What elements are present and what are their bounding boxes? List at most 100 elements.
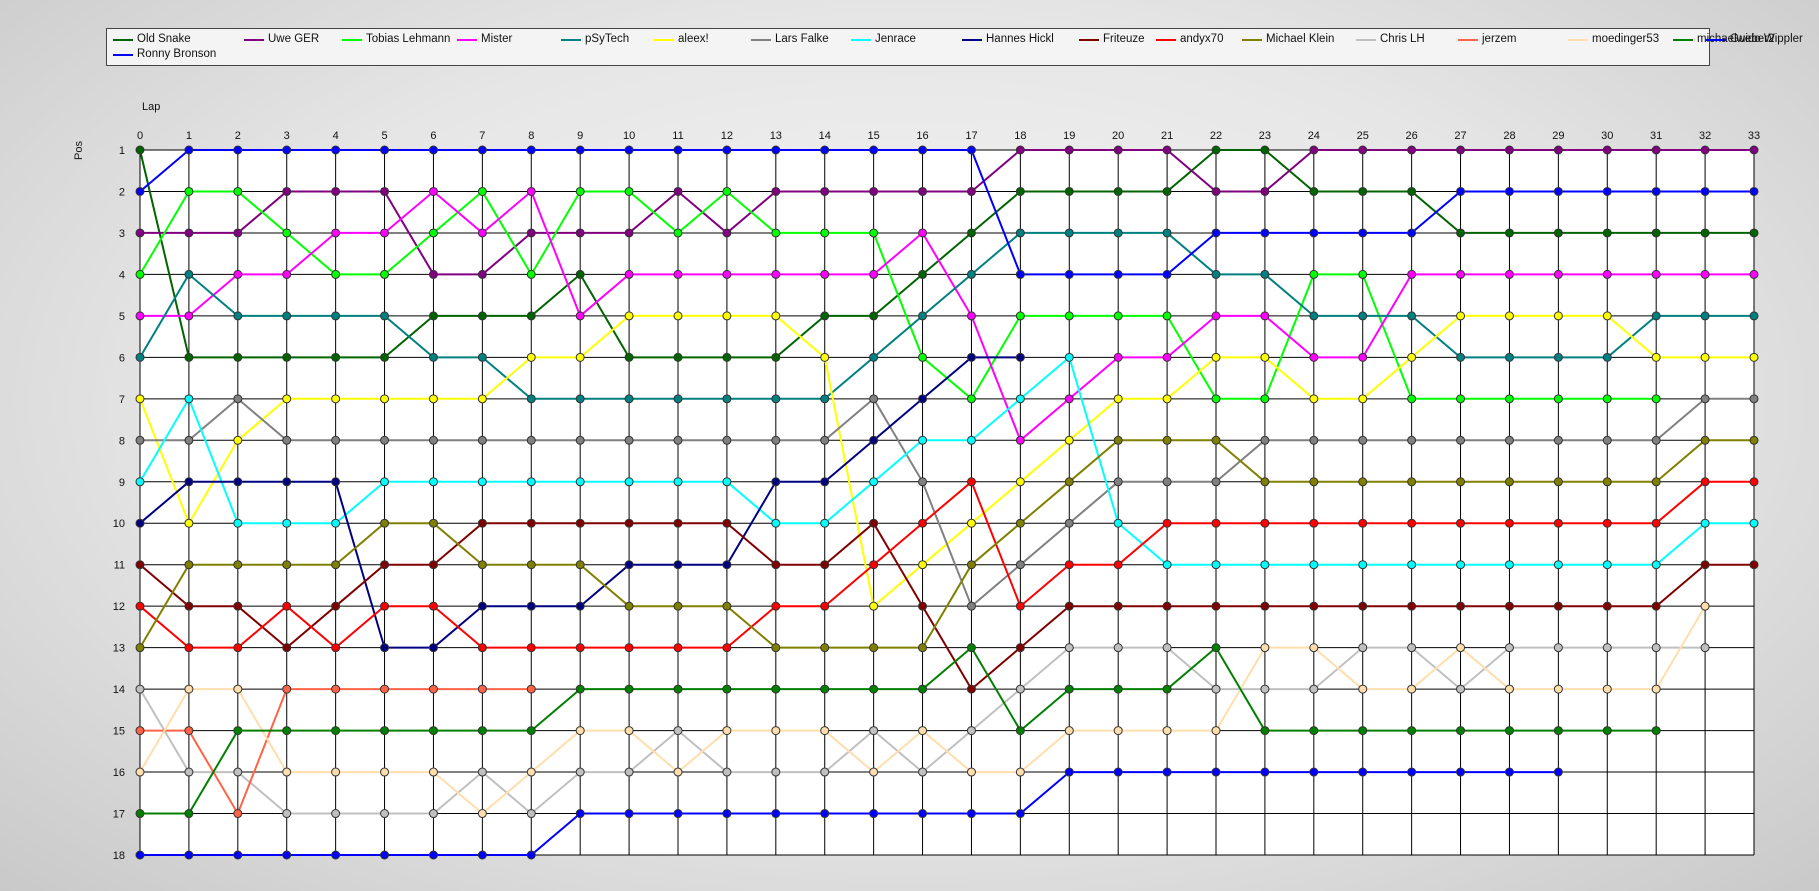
data-point <box>428 311 438 321</box>
data-point <box>331 186 341 196</box>
data-point <box>918 311 928 321</box>
data-point <box>331 435 341 445</box>
data-point <box>1700 186 1710 196</box>
data-point <box>869 684 879 694</box>
data-point <box>1553 228 1563 238</box>
data-point <box>673 518 683 528</box>
data-point <box>1260 311 1270 321</box>
data-point <box>771 726 781 736</box>
data-point <box>1064 394 1074 404</box>
data-point <box>1553 684 1563 694</box>
data-point <box>1113 684 1123 694</box>
data-point <box>1162 269 1172 279</box>
data-point <box>918 186 928 196</box>
data-point <box>624 352 634 362</box>
x-tick-label: 2 <box>235 130 241 142</box>
data-point <box>380 850 390 860</box>
data-point <box>428 352 438 362</box>
data-point <box>331 601 341 611</box>
y-tick-label: 14 <box>113 684 125 696</box>
data-point <box>233 477 243 487</box>
data-point <box>918 560 928 570</box>
data-point <box>1162 435 1172 445</box>
data-point <box>1456 518 1466 528</box>
data-point <box>1211 435 1221 445</box>
data-point <box>771 809 781 819</box>
data-point <box>820 145 830 155</box>
data-point <box>233 643 243 653</box>
data-point <box>575 145 585 155</box>
data-point <box>1456 560 1466 570</box>
data-point <box>575 809 585 819</box>
data-point <box>526 850 536 860</box>
data-point <box>1358 311 1368 321</box>
data-point <box>1749 394 1759 404</box>
data-point <box>1113 601 1123 611</box>
data-point <box>1113 643 1123 653</box>
data-point <box>1358 394 1368 404</box>
data-point <box>1651 145 1661 155</box>
data-point <box>918 352 928 362</box>
data-point <box>1162 186 1172 196</box>
data-point <box>428 809 438 819</box>
data-point <box>1553 767 1563 777</box>
data-point <box>331 684 341 694</box>
data-point <box>184 145 194 155</box>
data-point <box>1504 186 1514 196</box>
data-point <box>869 726 879 736</box>
data-point <box>1309 435 1319 445</box>
y-tick-label: 17 <box>113 809 125 821</box>
data-point <box>1015 518 1025 528</box>
data-point <box>575 228 585 238</box>
x-tick-label: 21 <box>1161 130 1173 142</box>
data-point <box>869 394 879 404</box>
data-point <box>135 726 145 736</box>
data-point <box>1651 394 1661 404</box>
data-point <box>1749 186 1759 196</box>
data-point <box>282 560 292 570</box>
data-point <box>233 352 243 362</box>
data-point <box>1162 394 1172 404</box>
data-point <box>331 518 341 528</box>
data-point <box>869 145 879 155</box>
x-tick-label: 18 <box>1014 130 1026 142</box>
data-point <box>1553 560 1563 570</box>
data-point <box>1602 352 1612 362</box>
data-point <box>1064 477 1074 487</box>
data-point <box>1358 269 1368 279</box>
data-point <box>820 726 830 736</box>
data-point <box>918 228 928 238</box>
data-point <box>1113 352 1123 362</box>
data-point <box>1064 726 1074 736</box>
data-point <box>1358 518 1368 528</box>
data-point <box>526 726 536 736</box>
data-point <box>1260 726 1270 736</box>
data-point <box>1651 186 1661 196</box>
data-point <box>1162 518 1172 528</box>
data-point <box>869 477 879 487</box>
data-point <box>380 435 390 445</box>
data-point <box>1602 726 1612 736</box>
data-point <box>184 186 194 196</box>
data-point <box>1211 726 1221 736</box>
data-point <box>1456 601 1466 611</box>
data-point <box>1504 560 1514 570</box>
x-tick-label: 1 <box>186 130 192 142</box>
data-point <box>1504 767 1514 777</box>
data-point <box>477 477 487 487</box>
data-point <box>624 809 634 819</box>
data-point <box>526 228 536 238</box>
data-point <box>1309 518 1319 528</box>
data-point <box>135 767 145 777</box>
data-point <box>1504 228 1514 238</box>
data-point <box>233 726 243 736</box>
data-point <box>380 269 390 279</box>
data-point <box>233 767 243 777</box>
data-point <box>1504 311 1514 321</box>
data-point <box>380 560 390 570</box>
data-point <box>1407 311 1417 321</box>
y-tick-label: 4 <box>119 269 125 281</box>
x-tick-label: 30 <box>1601 130 1613 142</box>
data-point <box>1162 726 1172 736</box>
data-point <box>1260 352 1270 362</box>
